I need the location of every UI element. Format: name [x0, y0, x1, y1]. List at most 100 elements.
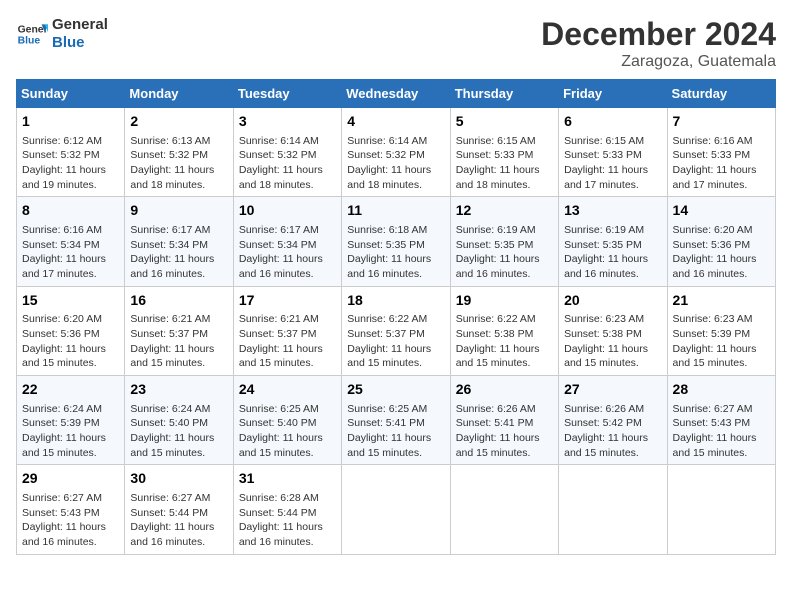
calendar-day-cell: 16Sunrise: 6:21 AMSunset: 5:37 PMDayligh…: [125, 286, 233, 375]
calendar-week-row: 29Sunrise: 6:27 AMSunset: 5:43 PMDayligh…: [17, 465, 776, 554]
day-info: Sunrise: 6:24 AMSunset: 5:39 PMDaylight:…: [22, 402, 119, 461]
calendar-day-cell: 26Sunrise: 6:26 AMSunset: 5:41 PMDayligh…: [450, 376, 558, 465]
day-info: Sunrise: 6:26 AMSunset: 5:41 PMDaylight:…: [456, 402, 553, 461]
day-number: 12: [456, 201, 553, 221]
day-info: Sunrise: 6:23 AMSunset: 5:39 PMDaylight:…: [673, 312, 770, 371]
calendar-day-cell: 31Sunrise: 6:28 AMSunset: 5:44 PMDayligh…: [233, 465, 341, 554]
day-info: Sunrise: 6:22 AMSunset: 5:38 PMDaylight:…: [456, 312, 553, 371]
day-number: 8: [22, 201, 119, 221]
day-number: 20: [564, 291, 661, 311]
calendar-day-cell: 12Sunrise: 6:19 AMSunset: 5:35 PMDayligh…: [450, 197, 558, 286]
calendar-day-cell: 28Sunrise: 6:27 AMSunset: 5:43 PMDayligh…: [667, 376, 775, 465]
day-number: 28: [673, 380, 770, 400]
day-number: 19: [456, 291, 553, 311]
calendar-day-cell: 5Sunrise: 6:15 AMSunset: 5:33 PMDaylight…: [450, 108, 558, 197]
calendar-week-row: 15Sunrise: 6:20 AMSunset: 5:36 PMDayligh…: [17, 286, 776, 375]
day-number: 27: [564, 380, 661, 400]
calendar-day-cell: 14Sunrise: 6:20 AMSunset: 5:36 PMDayligh…: [667, 197, 775, 286]
calendar-day-cell: 10Sunrise: 6:17 AMSunset: 5:34 PMDayligh…: [233, 197, 341, 286]
day-number: 16: [130, 291, 227, 311]
calendar-day-cell: [667, 465, 775, 554]
day-info: Sunrise: 6:17 AMSunset: 5:34 PMDaylight:…: [130, 223, 227, 282]
calendar-day-cell: 9Sunrise: 6:17 AMSunset: 5:34 PMDaylight…: [125, 197, 233, 286]
calendar-day-cell: 30Sunrise: 6:27 AMSunset: 5:44 PMDayligh…: [125, 465, 233, 554]
day-info: Sunrise: 6:15 AMSunset: 5:33 PMDaylight:…: [456, 134, 553, 193]
day-number: 6: [564, 112, 661, 132]
calendar-day-cell: 4Sunrise: 6:14 AMSunset: 5:32 PMDaylight…: [342, 108, 450, 197]
day-info: Sunrise: 6:15 AMSunset: 5:33 PMDaylight:…: [564, 134, 661, 193]
logo: General Blue General Blue: [16, 16, 108, 52]
day-number: 1: [22, 112, 119, 132]
calendar-day-cell: 17Sunrise: 6:21 AMSunset: 5:37 PMDayligh…: [233, 286, 341, 375]
calendar-day-cell: [559, 465, 667, 554]
day-info: Sunrise: 6:22 AMSunset: 5:37 PMDaylight:…: [347, 312, 444, 371]
day-number: 26: [456, 380, 553, 400]
day-info: Sunrise: 6:24 AMSunset: 5:40 PMDaylight:…: [130, 402, 227, 461]
calendar-day-cell: 23Sunrise: 6:24 AMSunset: 5:40 PMDayligh…: [125, 376, 233, 465]
day-number: 9: [130, 201, 227, 221]
day-info: Sunrise: 6:16 AMSunset: 5:34 PMDaylight:…: [22, 223, 119, 282]
weekday-header-sunday: Sunday: [17, 80, 125, 108]
day-number: 4: [347, 112, 444, 132]
day-info: Sunrise: 6:20 AMSunset: 5:36 PMDaylight:…: [673, 223, 770, 282]
logo-general: General: [52, 16, 108, 34]
calendar-day-cell: 15Sunrise: 6:20 AMSunset: 5:36 PMDayligh…: [17, 286, 125, 375]
day-number: 3: [239, 112, 336, 132]
calendar-day-cell: [450, 465, 558, 554]
day-number: 23: [130, 380, 227, 400]
calendar-table: SundayMondayTuesdayWednesdayThursdayFrid…: [16, 79, 776, 555]
day-number: 13: [564, 201, 661, 221]
weekday-header-monday: Monday: [125, 80, 233, 108]
weekday-header-row: SundayMondayTuesdayWednesdayThursdayFrid…: [17, 80, 776, 108]
calendar-day-cell: 20Sunrise: 6:23 AMSunset: 5:38 PMDayligh…: [559, 286, 667, 375]
day-info: Sunrise: 6:19 AMSunset: 5:35 PMDaylight:…: [564, 223, 661, 282]
day-number: 7: [673, 112, 770, 132]
day-info: Sunrise: 6:14 AMSunset: 5:32 PMDaylight:…: [239, 134, 336, 193]
day-number: 15: [22, 291, 119, 311]
title-block: December 2024 Zaragoza, Guatemala: [541, 16, 776, 71]
calendar-day-cell: 21Sunrise: 6:23 AMSunset: 5:39 PMDayligh…: [667, 286, 775, 375]
calendar-day-cell: 11Sunrise: 6:18 AMSunset: 5:35 PMDayligh…: [342, 197, 450, 286]
day-info: Sunrise: 6:17 AMSunset: 5:34 PMDaylight:…: [239, 223, 336, 282]
calendar-week-row: 1Sunrise: 6:12 AMSunset: 5:32 PMDaylight…: [17, 108, 776, 197]
day-number: 17: [239, 291, 336, 311]
day-info: Sunrise: 6:27 AMSunset: 5:44 PMDaylight:…: [130, 491, 227, 550]
location: Zaragoza, Guatemala: [541, 53, 776, 71]
day-info: Sunrise: 6:12 AMSunset: 5:32 PMDaylight:…: [22, 134, 119, 193]
calendar-day-cell: 24Sunrise: 6:25 AMSunset: 5:40 PMDayligh…: [233, 376, 341, 465]
calendar-day-cell: 25Sunrise: 6:25 AMSunset: 5:41 PMDayligh…: [342, 376, 450, 465]
day-number: 25: [347, 380, 444, 400]
day-info: Sunrise: 6:13 AMSunset: 5:32 PMDaylight:…: [130, 134, 227, 193]
month-title: December 2024: [541, 16, 776, 53]
calendar-week-row: 22Sunrise: 6:24 AMSunset: 5:39 PMDayligh…: [17, 376, 776, 465]
day-number: 29: [22, 469, 119, 489]
calendar-day-cell: 13Sunrise: 6:19 AMSunset: 5:35 PMDayligh…: [559, 197, 667, 286]
day-info: Sunrise: 6:21 AMSunset: 5:37 PMDaylight:…: [130, 312, 227, 371]
calendar-day-cell: 6Sunrise: 6:15 AMSunset: 5:33 PMDaylight…: [559, 108, 667, 197]
day-info: Sunrise: 6:23 AMSunset: 5:38 PMDaylight:…: [564, 312, 661, 371]
day-info: Sunrise: 6:14 AMSunset: 5:32 PMDaylight:…: [347, 134, 444, 193]
day-number: 5: [456, 112, 553, 132]
weekday-header-tuesday: Tuesday: [233, 80, 341, 108]
day-info: Sunrise: 6:18 AMSunset: 5:35 PMDaylight:…: [347, 223, 444, 282]
day-number: 11: [347, 201, 444, 221]
calendar-day-cell: 3Sunrise: 6:14 AMSunset: 5:32 PMDaylight…: [233, 108, 341, 197]
logo-icon: General Blue: [16, 18, 48, 50]
day-number: 14: [673, 201, 770, 221]
calendar-day-cell: 8Sunrise: 6:16 AMSunset: 5:34 PMDaylight…: [17, 197, 125, 286]
day-number: 2: [130, 112, 227, 132]
day-info: Sunrise: 6:19 AMSunset: 5:35 PMDaylight:…: [456, 223, 553, 282]
day-number: 21: [673, 291, 770, 311]
svg-text:Blue: Blue: [18, 36, 41, 47]
day-info: Sunrise: 6:25 AMSunset: 5:41 PMDaylight:…: [347, 402, 444, 461]
day-info: Sunrise: 6:26 AMSunset: 5:42 PMDaylight:…: [564, 402, 661, 461]
day-number: 18: [347, 291, 444, 311]
calendar-day-cell: 18Sunrise: 6:22 AMSunset: 5:37 PMDayligh…: [342, 286, 450, 375]
weekday-header-wednesday: Wednesday: [342, 80, 450, 108]
calendar-day-cell: 7Sunrise: 6:16 AMSunset: 5:33 PMDaylight…: [667, 108, 775, 197]
calendar-day-cell: 2Sunrise: 6:13 AMSunset: 5:32 PMDaylight…: [125, 108, 233, 197]
day-number: 30: [130, 469, 227, 489]
calendar-day-cell: 27Sunrise: 6:26 AMSunset: 5:42 PMDayligh…: [559, 376, 667, 465]
day-number: 31: [239, 469, 336, 489]
day-info: Sunrise: 6:28 AMSunset: 5:44 PMDaylight:…: [239, 491, 336, 550]
